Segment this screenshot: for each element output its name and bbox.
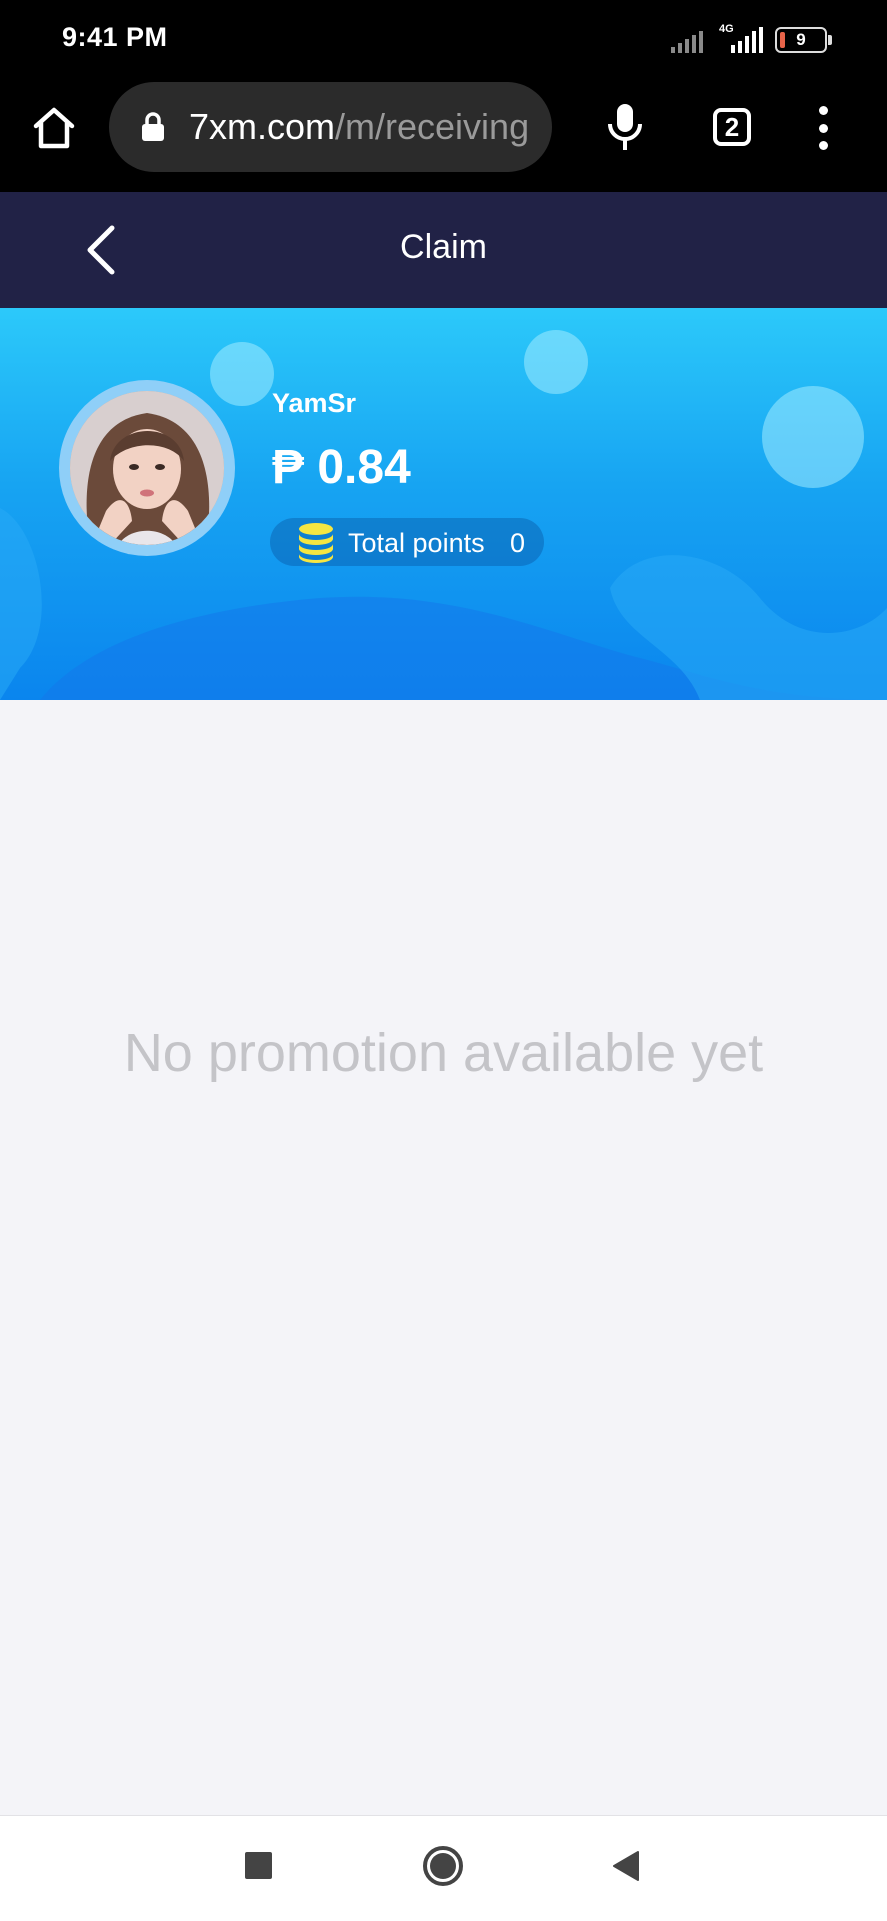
page-title: Claim	[400, 228, 487, 266]
home-circle-icon[interactable]	[423, 1846, 463, 1886]
url-path: /m/receiving	[335, 106, 530, 147]
lock-icon	[141, 112, 165, 142]
profile-banner: YamSr ₱ 0.84 Total points 0	[0, 308, 887, 700]
battery-level: 9	[796, 30, 806, 49]
more-menu-icon[interactable]	[808, 106, 838, 150]
signal-strength-icon	[671, 27, 703, 53]
points-label: Total points	[348, 528, 485, 558]
balance-amount: ₱ 0.84	[272, 441, 411, 494]
app-header: Claim	[0, 192, 887, 308]
bubble-decoration	[210, 342, 274, 406]
battery-icon: 9	[775, 27, 832, 53]
home-icon[interactable]	[30, 104, 78, 152]
points-value: 0	[510, 528, 526, 558]
url-text: 7xm.com/m/receiving	[189, 106, 529, 148]
tabs-icon[interactable]: 2	[713, 108, 751, 146]
status-bar: 9:41 PM 4G 9	[0, 0, 887, 80]
url-domain: 7xm.com	[189, 106, 336, 147]
system-nav-bar	[0, 1815, 887, 1921]
microphone-icon[interactable]	[604, 102, 646, 154]
status-icons: 4G 9	[671, 23, 832, 56]
empty-state-message: No promotion available yet	[123, 1023, 764, 1083]
tab-count: 2	[724, 111, 740, 142]
mobile-network-icon: 4G	[717, 23, 763, 55]
avatar	[70, 391, 224, 545]
recent-apps-icon[interactable]	[245, 1852, 272, 1879]
total-points-badge: Total points 0	[270, 518, 544, 566]
status-time: 9:41 PM	[62, 22, 168, 52]
bubble-decoration	[524, 330, 588, 394]
browser-toolbar: 7xm.com/m/receiving 2	[0, 80, 887, 192]
address-bar[interactable]: 7xm.com/m/receiving	[109, 82, 552, 172]
bubble-decoration	[762, 386, 864, 488]
coin-stack-icon	[296, 521, 336, 563]
back-triangle-icon[interactable]	[610, 1850, 640, 1882]
avatar-frame[interactable]	[59, 380, 235, 556]
username: YamSr	[272, 388, 357, 418]
